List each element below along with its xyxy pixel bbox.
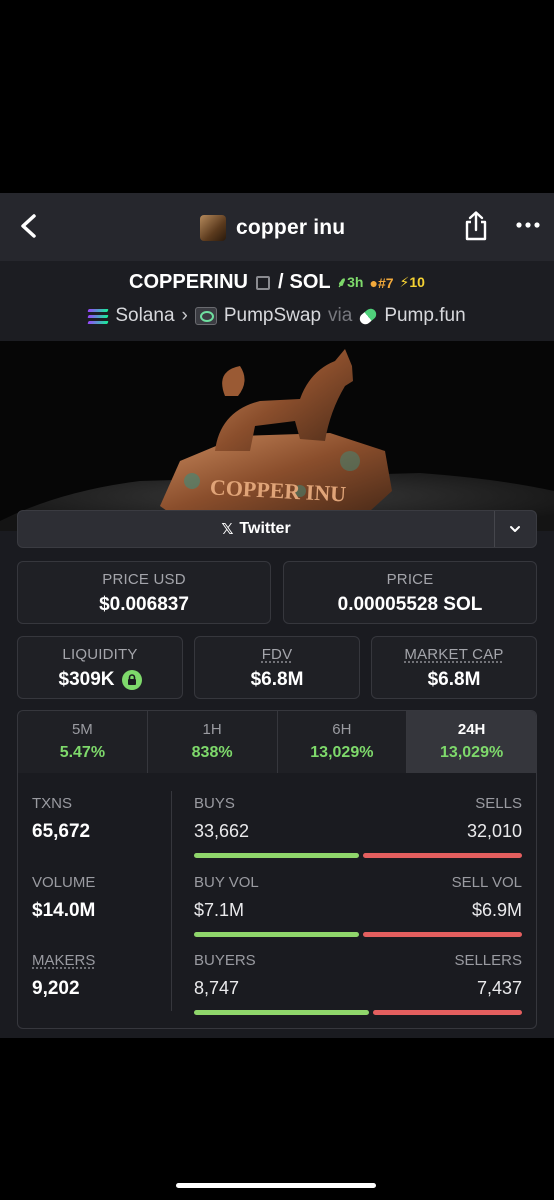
sell-vol-bar xyxy=(363,932,522,937)
trading-stats: TXNS 65,672 VOLUME $14.0M MAKERS 9,202 B… xyxy=(17,773,537,1029)
volume-label: VOLUME xyxy=(32,874,96,891)
banner-image: COPPER INU xyxy=(0,349,554,531)
boost-badge[interactable]: ⚡10 xyxy=(400,274,425,291)
fdv-label: FDV xyxy=(261,646,293,663)
tab-change: 5.47% xyxy=(59,744,106,761)
price-native-value: 0.00005528 SOL xyxy=(337,594,483,615)
market-cap-value: $6.8M xyxy=(427,669,481,690)
sells-bar xyxy=(363,853,522,858)
txns-value: 65,672 xyxy=(32,821,91,842)
makers-value: 9,202 xyxy=(32,978,80,999)
solana-icon xyxy=(87,308,109,324)
age-badge: ⸙3h xyxy=(336,274,364,290)
timeframe-tabs: 5M 5.47% 1H 838% 6H 13,029% 24H 13,029% xyxy=(17,710,537,774)
fdv-value: $6.8M xyxy=(250,669,304,690)
price-native-label: PRICE xyxy=(386,571,434,588)
quote-symbol: SOL xyxy=(289,271,331,293)
page-title: copper inu xyxy=(236,216,346,239)
price-native-box: PRICE 0.00005528 SOL xyxy=(283,561,537,624)
via-label: via xyxy=(328,305,353,326)
pair-info: COPPERINU / SOL ⸙3h ●#7 ⚡10 Solana › Pum… xyxy=(0,261,554,341)
chevron-down-icon[interactable] xyxy=(508,522,522,536)
pumpswap-icon xyxy=(194,307,217,325)
tab-5m[interactable]: 5M 5.47% xyxy=(18,711,148,773)
fdv-box[interactable]: FDV $6.8M xyxy=(194,636,360,699)
buys-value: 33,662 xyxy=(194,821,250,841)
buyers-bar xyxy=(194,1010,369,1015)
top-bar: copper inu xyxy=(0,193,554,261)
back-icon[interactable] xyxy=(16,211,42,241)
x-logo-icon: 𝕏 xyxy=(221,521,234,538)
buy-vol-value: $7.1M xyxy=(194,900,245,920)
more-options-icon[interactable] xyxy=(514,215,542,235)
buy-vol-label: BUY VOL xyxy=(194,874,259,891)
tab-6h[interactable]: 6H 13,029% xyxy=(278,711,408,773)
launchpad-name[interactable]: Pump.fun xyxy=(384,305,465,327)
twitter-link[interactable]: 𝕏 Twitter xyxy=(17,510,537,548)
price-usd-value: $0.006837 xyxy=(99,594,189,615)
liquidity-value: $309K xyxy=(58,669,115,690)
buys-bar xyxy=(194,853,359,858)
home-indicator[interactable] xyxy=(176,1183,376,1188)
price-usd-box: PRICE USD $0.006837 xyxy=(17,561,271,624)
twitter-label: Twitter xyxy=(239,520,291,537)
pair-separator: / xyxy=(277,271,284,293)
share-icon[interactable] xyxy=(462,210,490,242)
tab-change: 13,029% xyxy=(440,744,504,761)
makers-label: MAKERS xyxy=(32,952,96,969)
lightning-icon: ⚡ xyxy=(399,274,410,290)
rank-badge[interactable]: ●#7 xyxy=(369,275,393,291)
sprout-icon: ⸙ xyxy=(336,274,348,290)
flame-icon: ● xyxy=(369,274,378,291)
pumpfun-pill-icon xyxy=(357,306,379,326)
buys-label: BUYS xyxy=(194,795,235,812)
token-screen: copper inu COPPERINU / SOL ⸙3h ●#7 ⚡10 S… xyxy=(0,193,554,1038)
tab-24h[interactable]: 24H 13,029% xyxy=(407,711,536,773)
market-cap-label: MARKET CAP xyxy=(404,646,504,663)
tab-change: 838% xyxy=(191,744,233,761)
sells-label: SELLS xyxy=(475,795,522,812)
sell-vol-label: SELL VOL xyxy=(451,874,522,891)
sellers-bar xyxy=(373,1010,522,1015)
txns-label: TXNS xyxy=(32,795,73,812)
dex-name[interactable]: PumpSwap xyxy=(224,305,321,327)
tab-1h[interactable]: 1H 838% xyxy=(148,711,278,773)
buyers-label: BUYERS xyxy=(194,952,256,969)
tab-label: 24H xyxy=(457,721,486,738)
tab-label: 6H xyxy=(332,721,352,738)
tab-change: 13,029% xyxy=(310,744,374,761)
buy-vol-bar xyxy=(194,932,359,937)
copy-icon[interactable] xyxy=(255,275,270,290)
sellers-label: SELLERS xyxy=(454,952,522,969)
token-avatar xyxy=(200,215,226,241)
token-title: copper inu xyxy=(200,213,345,243)
tab-label: 5M xyxy=(71,721,93,738)
sellers-value: 7,437 xyxy=(476,978,522,998)
buyers-value: 8,747 xyxy=(194,978,240,998)
sells-value: 32,010 xyxy=(466,821,522,841)
chevron-right-icon: › xyxy=(181,305,188,326)
volume-value: $14.0M xyxy=(32,900,96,921)
price-usd-label: PRICE USD xyxy=(102,571,186,588)
liquidity-box: LIQUIDITY $309K xyxy=(17,636,183,699)
tab-label: 1H xyxy=(202,721,222,738)
base-symbol: COPPERINU xyxy=(129,271,248,293)
token-banner: COPPER INU xyxy=(0,341,554,531)
market-cap-box[interactable]: MARKET CAP $6.8M xyxy=(371,636,537,699)
chain-name[interactable]: Solana xyxy=(115,305,174,327)
sell-vol-value: $6.9M xyxy=(471,900,522,920)
lock-icon[interactable] xyxy=(121,670,142,690)
liquidity-label: LIQUIDITY xyxy=(62,646,138,663)
